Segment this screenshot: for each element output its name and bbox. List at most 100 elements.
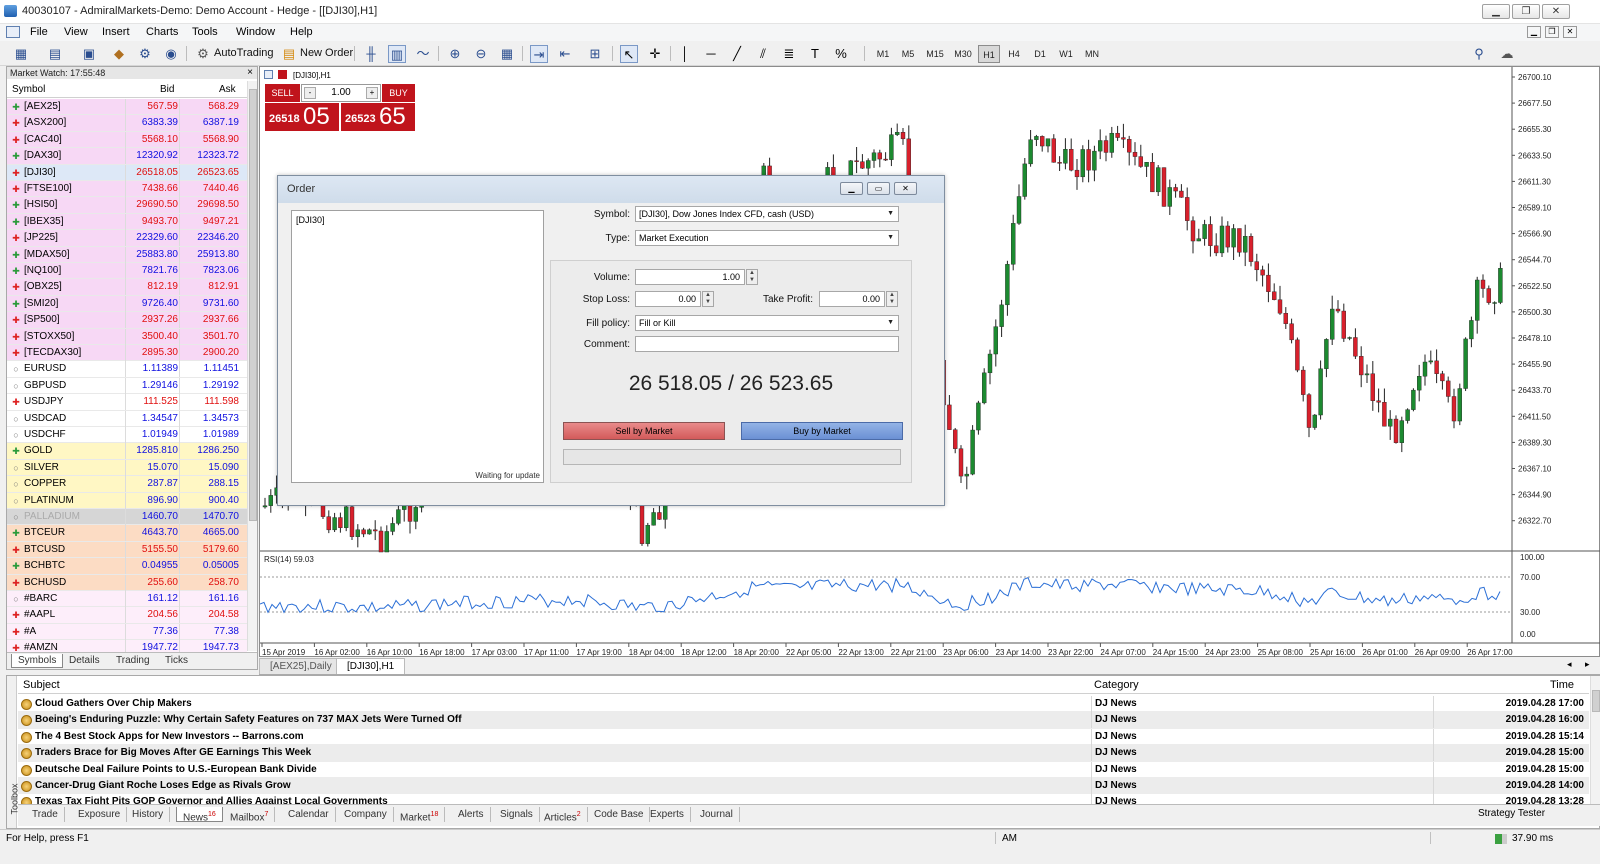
vertical-line-icon[interactable]: │ xyxy=(676,45,694,63)
volume-decrease-button[interactable]: - xyxy=(304,87,316,99)
news-scrollbar[interactable] xyxy=(1590,676,1600,808)
symbol-row[interactable]: ✚ BTCEUR 4643.70 4665.00 xyxy=(7,525,247,542)
toolbox-tab-history[interactable]: History xyxy=(126,807,171,822)
sell-by-market-button[interactable]: Sell by Market xyxy=(563,422,725,440)
timeframe-m30[interactable]: M30 xyxy=(950,45,976,63)
symbol-row[interactable]: ○ PLATINUM 896.90 900.40 xyxy=(7,492,247,509)
shapes-icon[interactable]: % xyxy=(832,45,850,63)
timeframe-m1[interactable]: M1 xyxy=(872,45,894,63)
toolbox-tab-articles[interactable]: Articles2 xyxy=(538,807,588,823)
volume-spinner[interactable]: ▲ ▼ xyxy=(746,269,758,285)
volume-field[interactable]: 1.00 xyxy=(635,269,745,285)
text-icon[interactable]: T xyxy=(806,45,824,63)
fibonacci-icon[interactable]: ≣ xyxy=(780,45,798,63)
buy-button[interactable]: BUY xyxy=(382,84,415,102)
chart-tab-dji30[interactable]: [DJI30],H1 xyxy=(336,658,406,674)
timeframe-mn[interactable]: MN xyxy=(1081,45,1103,63)
symbol-row[interactable]: ✚ [ASX200] 6383.39 6387.19 xyxy=(7,115,247,132)
autotrading-button[interactable]: AutoTrading xyxy=(214,44,274,63)
symbol-row[interactable]: ○ #BARC 161.12 161.16 xyxy=(7,591,247,608)
symbol-row[interactable]: ✚ [OBX25] 812.19 812.91 xyxy=(7,279,247,296)
fill-policy-select[interactable]: Fill or Kill xyxy=(635,315,899,331)
horizontal-line-icon[interactable]: ─ xyxy=(702,45,720,63)
volume-input[interactable]: - 1.00 + xyxy=(301,84,381,102)
maximize-button[interactable]: ❐ xyxy=(1512,4,1540,19)
navigator-icon[interactable]: ◆ xyxy=(110,45,128,63)
toolbox-tab-alerts[interactable]: Alerts xyxy=(452,807,491,822)
timeframe-h1[interactable]: H1 xyxy=(978,45,1000,63)
symbol-row[interactable]: ✚ [SMI20] 9726.40 9731.60 xyxy=(7,295,247,313)
mdi-close-button[interactable]: ✕ xyxy=(1563,26,1577,38)
candlestick-icon[interactable]: ▥ xyxy=(388,45,406,63)
trendline-icon[interactable]: ╱ xyxy=(728,45,746,63)
symbol-row[interactable]: ○ EURUSD 1.11389 1.11451 xyxy=(7,361,247,378)
sell-price[interactable]: 26518 05 xyxy=(265,103,339,131)
timeframe-w1[interactable]: W1 xyxy=(1055,45,1077,63)
profiles-icon[interactable]: ▤ xyxy=(46,45,64,63)
order-minimize-button[interactable]: ▁ xyxy=(840,182,863,195)
strategy-tester-tab[interactable]: Strategy Tester xyxy=(1478,808,1545,819)
channel-icon[interactable]: ⫽ xyxy=(754,45,772,63)
col-category[interactable]: Category xyxy=(1094,676,1139,694)
toolbox-tab-company[interactable]: Company xyxy=(338,807,394,822)
comment-field[interactable] xyxy=(635,336,899,352)
menu-charts[interactable]: Charts xyxy=(146,26,178,38)
order-close-button[interactable]: ✕ xyxy=(894,182,917,195)
autoscroll-icon[interactable]: ⇥ xyxy=(530,45,548,63)
stop-loss-field[interactable]: 0.00 xyxy=(635,291,701,307)
menu-window[interactable]: Window xyxy=(236,26,275,38)
scroll-thumb[interactable] xyxy=(249,89,257,521)
take-profit-spinner[interactable]: ▲ ▼ xyxy=(886,291,898,307)
symbol-row[interactable]: ✚ BCHUSD 255.60 258.70 xyxy=(7,574,247,591)
bar-chart-icon[interactable]: ╫ xyxy=(362,45,380,63)
take-profit-field[interactable]: 0.00 xyxy=(819,291,885,307)
type-select[interactable]: Market Execution xyxy=(635,230,899,246)
market-watch-scrollbar[interactable] xyxy=(247,81,257,651)
crosshair-icon[interactable]: ✛ xyxy=(646,45,664,63)
toolbox-tab-exposure[interactable]: Exposure xyxy=(72,807,128,822)
symbol-row[interactable]: ✚ #AAPL 204.56 204.58 xyxy=(7,607,247,624)
symbol-row[interactable]: ○ USDCAD 1.34547 1.34573 xyxy=(7,410,247,427)
timeframe-m5[interactable]: M5 xyxy=(897,45,919,63)
news-row[interactable]: The 4 Best Stock Apps for New Investors … xyxy=(18,728,1589,746)
symbol-row[interactable]: ✚ [DJI30] 26518.05 26523.65 xyxy=(7,164,247,181)
toolbox-tab-trade[interactable]: Trade xyxy=(26,807,65,822)
mdi-minimize-button[interactable]: ▁ xyxy=(1527,26,1541,38)
symbol-row[interactable]: ✚ [HSI50] 29690.50 29698.50 xyxy=(7,197,247,214)
timeframe-d1[interactable]: D1 xyxy=(1029,45,1051,63)
search-icon[interactable]: ⚲ xyxy=(1470,45,1488,63)
tab-trading[interactable]: Trading xyxy=(110,654,156,668)
menu-insert[interactable]: Insert xyxy=(102,26,130,38)
col-symbol[interactable]: Symbol xyxy=(12,81,45,98)
stop-loss-spinner[interactable]: ▲ ▼ xyxy=(702,291,714,307)
news-scroll-thumb[interactable] xyxy=(1592,690,1600,712)
symbol-row[interactable]: ○ PALLADIUM 1460.70 1470.70 xyxy=(7,509,247,526)
symbol-row[interactable]: ✚ [SP500] 2937.26 2937.66 xyxy=(7,312,247,329)
symbol-row[interactable]: ✚ BTCUSD 5155.50 5179.60 xyxy=(7,541,247,559)
cursor-icon[interactable]: ↖ xyxy=(620,45,638,63)
toolbox-tab-calendar[interactable]: Calendar xyxy=(282,807,336,822)
symbol-row[interactable]: ✚ [JP225] 22329.60 22346.20 xyxy=(7,230,247,247)
order-maximize-button[interactable]: ▭ xyxy=(867,182,890,195)
symbol-row[interactable]: ✚ [MDAX50] 25883.80 25913.80 xyxy=(7,246,247,263)
news-row[interactable]: Boeing's Enduring Puzzle: Why Certain Sa… xyxy=(18,712,1589,729)
signals-icon[interactable]: ◉ xyxy=(162,45,180,63)
line-chart-icon[interactable]: 〜 xyxy=(414,45,432,63)
volume-increase-button[interactable]: + xyxy=(366,87,378,99)
symbol-row[interactable]: ○ SILVER 15.070 15.090 xyxy=(7,459,247,477)
tab-details[interactable]: Details xyxy=(63,654,106,668)
toolbox-tab-signals[interactable]: Signals xyxy=(494,807,540,822)
symbol-row[interactable]: ✚ [IBEX35] 9493.70 9497.21 xyxy=(7,213,247,231)
zoom-in-icon[interactable]: ⊕ xyxy=(446,45,464,63)
market-watch-icon[interactable]: ▣ xyxy=(80,45,98,63)
toolbox-tab-code-base[interactable]: Code Base xyxy=(588,807,651,822)
symbol-row[interactable]: ✚ BCHBTC 0.04955 0.05005 xyxy=(7,558,247,575)
data-window-icon[interactable]: ⚙ xyxy=(136,45,154,63)
symbol-row[interactable]: ✚ [TECDAX30] 2895.30 2900.20 xyxy=(7,345,247,362)
menu-tools[interactable]: Tools xyxy=(192,26,218,38)
menu-file[interactable]: File xyxy=(30,26,48,38)
new-chart-icon[interactable]: ▦ xyxy=(12,45,30,63)
toolbox-tab-experts[interactable]: Experts xyxy=(644,807,691,822)
chart-tab-aex25[interactable]: [AEX25],Daily xyxy=(259,658,343,674)
new-order-button[interactable]: New Order xyxy=(300,44,353,63)
